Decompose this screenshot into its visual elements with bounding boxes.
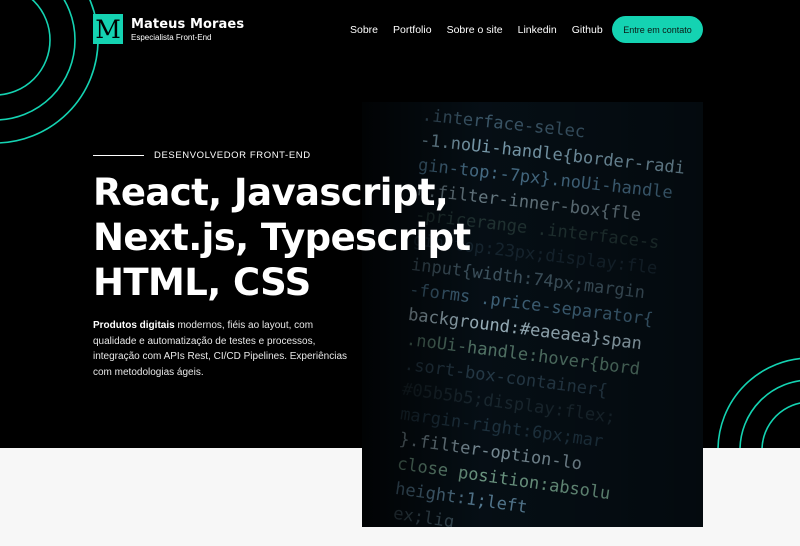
description-bold: Produtos digitais <box>93 320 175 331</box>
nav-link-portfolio[interactable]: Portfolio <box>393 24 432 36</box>
nav-link-sobre-o-site[interactable]: Sobre o site <box>447 24 503 36</box>
headline-line: Next.js, Typescript <box>93 216 471 259</box>
contact-button[interactable]: Entre em contato <box>612 16 703 43</box>
nav-link-github[interactable]: Github <box>572 24 603 36</box>
nav-link-linkedin[interactable]: Linkedin <box>518 24 557 36</box>
code-screenshot-image: .interface-selec-1.noUi-handle{border-ra… <box>362 102 703 527</box>
brand-name[interactable]: Mateus Moraes <box>131 17 244 32</box>
headline-line: React, Javascript, <box>93 171 449 214</box>
svg-text:M: M <box>95 16 121 42</box>
logo[interactable]: M <box>93 14 123 44</box>
code-screenshot-graphic: .interface-selec-1.noUi-handle{border-ra… <box>362 102 703 527</box>
brand-subtitle: Especialista Front-End <box>131 33 212 42</box>
nav-link-sobre[interactable]: Sobre <box>350 24 378 36</box>
headline-line: HTML, CSS <box>93 261 311 304</box>
main-nav: Sobre Portfolio Sobre o site Linkedin Gi… <box>350 22 603 38</box>
eyebrow-divider <box>93 155 144 156</box>
decorative-arcs-bottom-right <box>717 357 800 448</box>
hero-description: Produtos digitais modernos, fiéis ao lay… <box>93 318 355 380</box>
logo-m-icon: M <box>95 16 121 42</box>
hero-headline: React, Javascript, Next.js, Typescript H… <box>93 170 493 305</box>
eyebrow-label: DESENVOLVEDOR FRONT-END <box>154 150 311 161</box>
